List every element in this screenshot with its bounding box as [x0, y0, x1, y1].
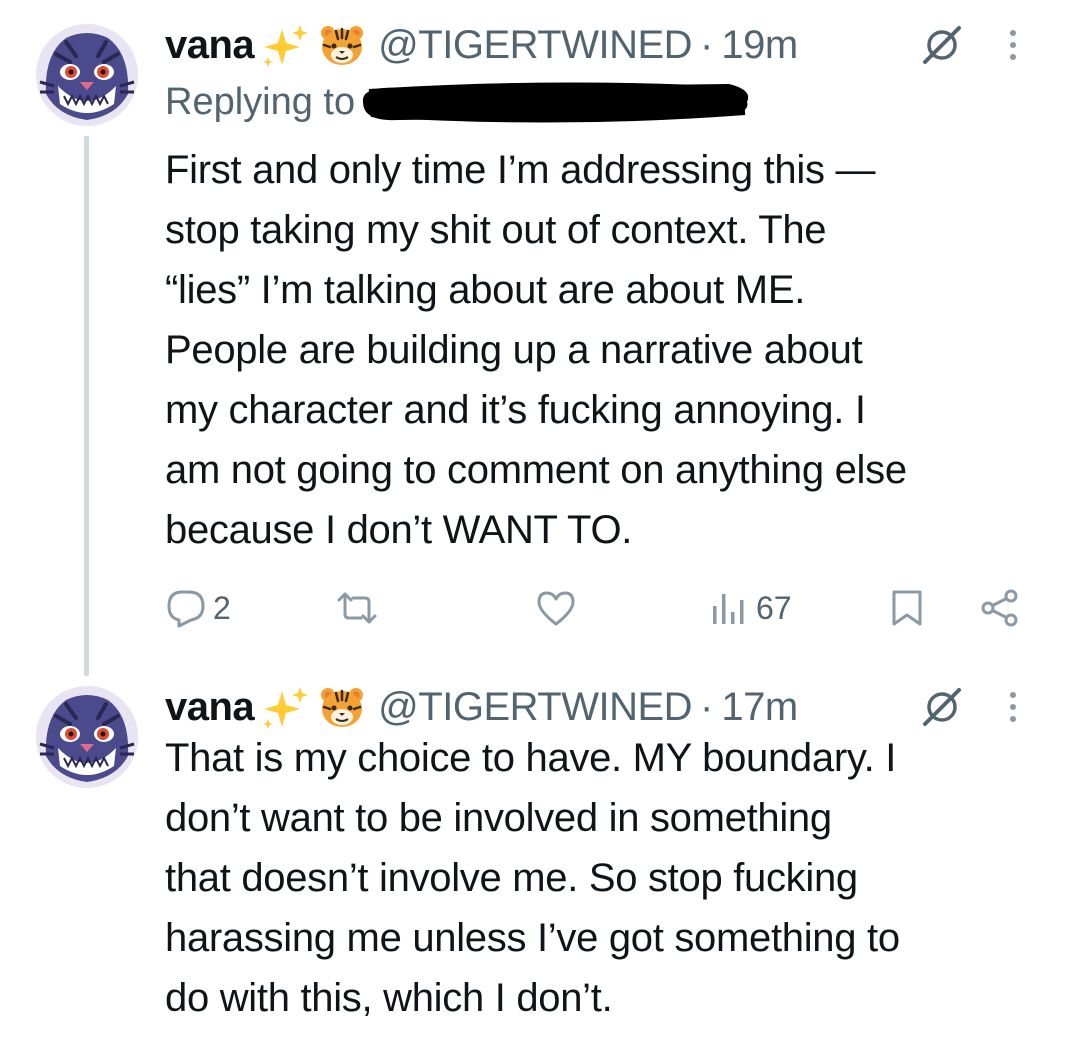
timestamp[interactable]: 19m [721, 23, 798, 68]
tweet-header: vana @TIGERTWINED · 17m [165, 682, 1059, 732]
reply-button[interactable]: 2 [165, 580, 231, 636]
thread-line [84, 136, 89, 676]
grok-icon[interactable] [921, 686, 963, 728]
reply-icon [167, 590, 205, 628]
views-button[interactable]: 67 [710, 580, 792, 636]
more-options-icon[interactable] [1003, 24, 1023, 66]
retweet-button[interactable] [335, 580, 379, 636]
views-chart-icon [713, 594, 744, 624]
like-button[interactable] [535, 580, 577, 636]
views-count: 67 [756, 589, 792, 626]
tiger-face-icon [321, 26, 364, 65]
tweet[interactable]: vana @TIGERTWINED · 19m Replying to Firs… [0, 0, 1079, 676]
retweet-icon [337, 592, 377, 624]
display-name[interactable]: vana [165, 23, 255, 68]
display-name[interactable]: vana [165, 685, 255, 730]
tweet-header: vana @TIGERTWINED · 19m [165, 20, 1059, 70]
bookmark-button[interactable] [890, 580, 924, 636]
grok-icon[interactable] [921, 24, 963, 66]
tweet[interactable]: vana @TIGERTWINED · 17m That is my choic… [0, 670, 1079, 1043]
replying-to: Replying to [165, 80, 754, 124]
separator-dot: · [700, 684, 714, 729]
tweet-actions: 2 67 [165, 580, 1035, 636]
tiger-avatar-icon [36, 24, 138, 126]
replying-to-label: Replying to [165, 80, 356, 123]
redaction-scribble [363, 82, 749, 123]
more-options-icon[interactable] [1003, 686, 1023, 728]
sparkles-icon [263, 687, 309, 729]
avatar[interactable] [36, 24, 138, 126]
reply-count: 2 [213, 589, 231, 626]
tweet-text: First and only time I’m addressing this … [165, 148, 907, 552]
tiger-face-icon [321, 688, 364, 727]
avatar[interactable] [36, 686, 138, 788]
timestamp[interactable]: 17m [721, 685, 798, 730]
sparkles-icon [263, 25, 309, 67]
handle[interactable]: @TIGERTWINED [378, 23, 692, 68]
heart-icon [537, 591, 575, 626]
share-button[interactable] [980, 580, 1020, 636]
tiger-avatar-icon [36, 686, 138, 788]
separator-dot: · [700, 22, 714, 67]
share-icon [981, 589, 1018, 627]
tweet-text: That is my choice to have. MY boundary. … [165, 736, 900, 1020]
bookmark-icon [892, 590, 922, 626]
handle[interactable]: @TIGERTWINED [378, 685, 692, 730]
